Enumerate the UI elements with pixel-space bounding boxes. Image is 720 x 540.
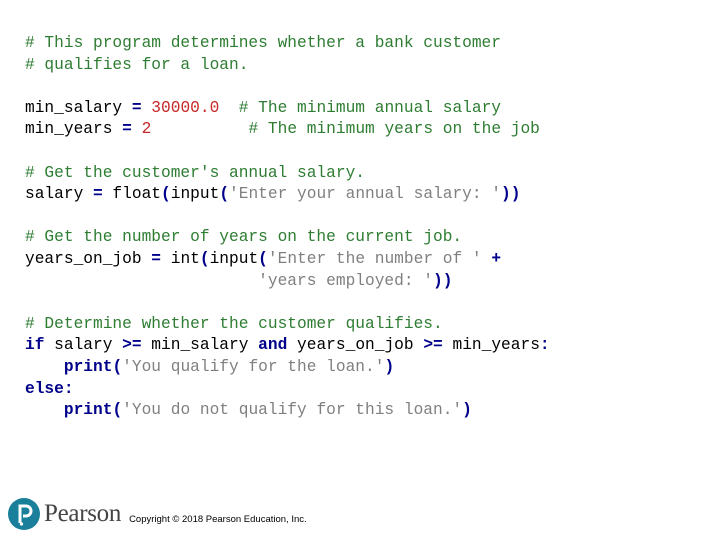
code-line: # Determine whether the customer qualifi… [25, 314, 550, 336]
code-comment: # The minimum years on the job [248, 120, 540, 139]
code-token: = [131, 98, 142, 117]
code-token: + [491, 249, 502, 268]
code-string: 'Enter the number of ' [267, 249, 482, 268]
code-comment: # Get the customer's annual salary. [25, 163, 365, 182]
code-token: min_years [25, 120, 123, 139]
code-line: # This program determines whether a bank… [25, 33, 550, 55]
code-token: : [539, 336, 550, 355]
code-string: 'Enter your annual salary: ' [229, 185, 502, 204]
code-token: ) [384, 357, 395, 376]
code-comment: # This program determines whether a bank… [25, 34, 501, 52]
code-token: min_salary [25, 98, 132, 117]
code-token: years_on_job [287, 336, 424, 355]
code-token: salary [44, 336, 123, 355]
code-token: ( [199, 249, 210, 268]
code-token: int [161, 249, 200, 268]
code-token: ( [219, 185, 230, 204]
code-line: 'years employed: ')) [25, 271, 550, 293]
code-string: 'years employed: ' [258, 271, 433, 290]
code-token: >= [122, 336, 142, 355]
code-line: print('You do not qualify for this loan.… [25, 400, 550, 422]
code-comment: # Get the number of years on the current… [25, 228, 463, 247]
code-token: min_salary [141, 336, 259, 355]
code-token: years_on_job [25, 249, 152, 268]
code-token: ( [112, 401, 123, 420]
pearson-brand: Pearson [44, 500, 122, 527]
code-listing: # This program determines whether a bank… [25, 33, 550, 422]
code-token: : [63, 379, 74, 398]
code-token: )) [501, 185, 521, 204]
code-token: float [102, 185, 162, 204]
code-line: print('You qualify for the loan.') [25, 357, 550, 379]
code-line: # Get the number of years on the current… [25, 227, 550, 249]
code-number: 2 [141, 120, 152, 139]
footer: Pearson Copyright © 2018 Pearson Educati… [8, 498, 307, 530]
code-keyword: print [63, 357, 113, 376]
code-token: ( [161, 185, 171, 204]
code-line: min_years = 2 # The minimum years on the… [25, 119, 550, 141]
code-comment: # Determine whether the customer qualifi… [25, 314, 443, 333]
code-token: = [151, 249, 162, 268]
code-token: ( [112, 357, 123, 376]
code-keyword: else [25, 379, 64, 398]
code-string: 'You do not qualify for this loan.' [122, 401, 463, 420]
code-line: min_salary = 30000.0 # The minimum annua… [25, 98, 550, 120]
code-comment: # qualifies for a loan. [25, 55, 249, 74]
code-string: 'You qualify for the loan.' [122, 357, 385, 376]
code-line: if salary >= min_salary and years_on_job… [25, 335, 550, 357]
code-keyword: if [25, 336, 45, 355]
code-keyword: print [63, 401, 113, 420]
code-comment: # The minimum annual salary [238, 98, 502, 117]
code-line: else: [25, 379, 550, 401]
copyright-text: Copyright © 2018 Pearson Education, Inc. [129, 513, 307, 525]
code-token: input [170, 185, 220, 204]
code-keyword: and [258, 336, 288, 355]
pearson-logo-icon [8, 498, 40, 530]
code-line: # qualifies for a loan. [25, 55, 550, 77]
code-token: salary [25, 185, 93, 204]
code-token: >= [423, 336, 443, 355]
code-token: min_years [442, 336, 540, 355]
code-token: = [122, 120, 132, 139]
code-token: ( [258, 249, 268, 268]
code-token: = [93, 185, 103, 204]
code-token: ) [462, 401, 472, 420]
code-line: # Get the customer's annual salary. [25, 163, 550, 185]
code-token: )) [433, 271, 453, 290]
code-line: salary = float(input('Enter your annual … [25, 184, 550, 206]
code-line: years_on_job = int(input('Enter the numb… [25, 249, 550, 271]
code-number: 30000.0 [151, 98, 220, 117]
code-token: input [209, 249, 259, 268]
